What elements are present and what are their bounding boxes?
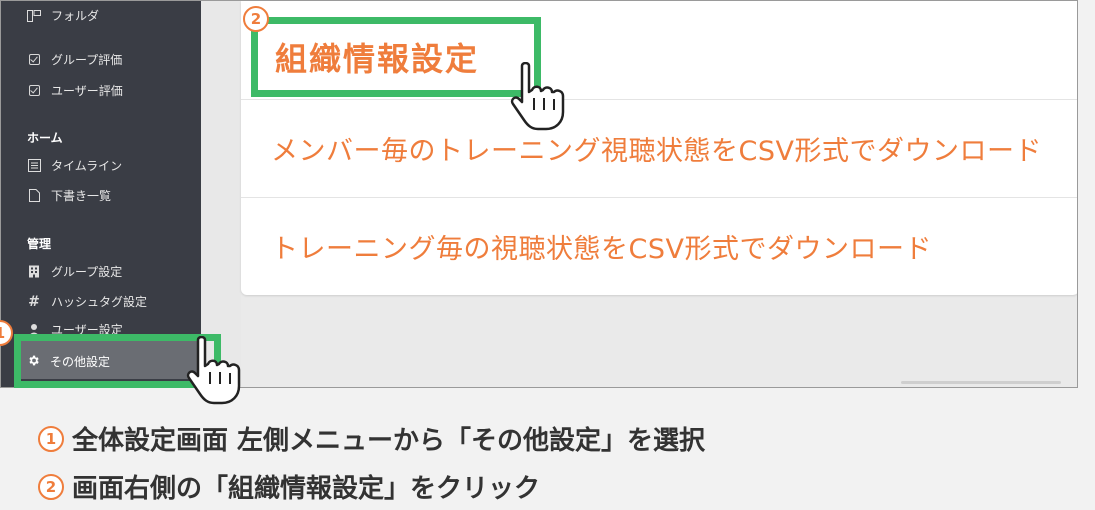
folder-icon [27,9,41,23]
document-icon [27,189,41,203]
hand-pointer-icon [510,62,565,131]
sidebar-item-user-eval[interactable]: ユーザー評価 [27,82,123,99]
divider [241,197,1077,198]
caption-step-1: 1 全体設定画面 左側メニューから「その他設定」を選択 [38,420,705,457]
download-training-csv-link[interactable]: トレーニング毎の視聴状態をCSV形式でダウンロード [271,227,932,266]
sidebar-item-label: グループ設定 [51,265,123,279]
checkbox-icon [27,53,41,67]
sidebar-item-label: 下書き一覧 [51,189,112,203]
caption-step-2: 2 画面右側の「組織情報設定」をクリック [38,468,540,505]
sidebar-item-group-settings[interactable]: グループ設定 [27,263,122,280]
sidebar-item-label: グループ評価 [51,53,123,67]
sidebar-item-hashtag-settings[interactable]: # ハッシュタグ設定 [27,293,147,310]
scroll-indicator [901,381,1061,384]
caption-text: 全体設定画面 左側メニューから「その他設定」を選択 [72,426,706,456]
sidebar-item-timeline[interactable]: タイムライン [27,157,122,174]
sidebar-item-group-eval[interactable]: グループ評価 [27,51,122,68]
caption-text: 画面右側の「組織情報設定」をクリック [72,474,541,504]
content-gutter [201,1,241,387]
building-icon [27,265,41,279]
sidebar-item-label: タイムライン [51,159,123,173]
divider [241,99,1077,100]
sidebar-item-label: ハッシュタグ設定 [51,295,148,309]
sidebar: フォルダ グループ評価 ユーザー評価 ホーム タイムライン 下書き一覧 管理 グ… [1,1,201,387]
hand-pointer-icon [186,336,241,405]
sidebar-heading-home: ホーム [27,131,63,145]
download-member-csv-link[interactable]: メンバー毎のトレーニング視聴状態をCSV形式でダウンロード [271,129,1042,168]
caption-number: 1 [38,425,64,452]
sidebar-item-label: フォルダ [51,9,100,23]
org-info-settings-title[interactable]: 組織情報設定 [275,34,479,80]
sidebar-item-label: ユーザー評価 [51,84,123,98]
hash-icon: # [28,293,40,310]
sidebar-heading-admin: 管理 [27,237,52,251]
checkbox-icon [27,84,41,98]
sidebar-item-drafts[interactable]: 下書き一覧 [27,187,111,204]
timeline-icon [27,159,41,173]
step-badge-2: 2 [243,6,269,32]
caption-number: 2 [38,473,64,500]
sidebar-item-folder[interactable]: フォルダ [27,7,99,24]
